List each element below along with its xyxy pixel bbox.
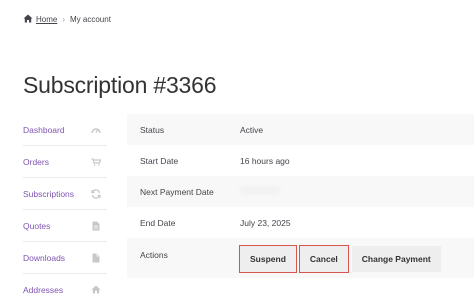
nav-item-label: Quotes bbox=[23, 220, 51, 231]
end-date-value: July 23, 2025 bbox=[240, 217, 291, 228]
nav-item-orders[interactable]: Orders bbox=[23, 146, 107, 178]
next-payment-value bbox=[240, 186, 474, 197]
blurred-value bbox=[240, 186, 280, 195]
gauge-icon bbox=[91, 125, 101, 135]
next-payment-row: Next Payment Date bbox=[127, 176, 474, 207]
nav-item-subscriptions[interactable]: Subscriptions bbox=[23, 178, 107, 210]
actions-button-group: Suspend Cancel Change Payment bbox=[239, 238, 474, 273]
nav-item-label: Orders bbox=[23, 156, 49, 167]
home-icon bbox=[91, 285, 101, 295]
nav-item-label: Subscriptions bbox=[23, 188, 75, 199]
home-icon[interactable] bbox=[23, 14, 33, 25]
subscription-details-table: Status Active Start Date 16 hours ago Ne… bbox=[127, 114, 474, 278]
breadcrumb-home-link[interactable]: Home bbox=[36, 15, 57, 24]
actions-label: Actions bbox=[140, 250, 168, 260]
start-date-value: 16 hours ago bbox=[240, 155, 290, 166]
end-date-row: End Date July 23, 2025 bbox=[127, 207, 474, 238]
suspend-button[interactable]: Suspend bbox=[239, 245, 297, 273]
start-date-label: Start Date bbox=[140, 155, 179, 166]
cart-icon bbox=[91, 157, 101, 167]
nav-item-addresses[interactable]: Addresses bbox=[23, 274, 107, 305]
nav-item-label: Addresses bbox=[23, 284, 64, 295]
start-date-row: Start Date 16 hours ago bbox=[127, 145, 474, 176]
status-value: Active bbox=[240, 124, 264, 135]
next-payment-label: Next Payment Date bbox=[140, 186, 214, 197]
refresh-icon bbox=[91, 188, 101, 199]
cancel-button[interactable]: Cancel bbox=[298, 245, 349, 273]
nav-item-label: Dashboard bbox=[23, 124, 65, 135]
nav-item-quotes[interactable]: Quotes bbox=[23, 210, 107, 242]
nav-item-dashboard[interactable]: Dashboard bbox=[23, 114, 107, 146]
status-label: Status bbox=[140, 124, 165, 135]
document-icon bbox=[91, 221, 101, 231]
actions-row: Actions Suspend Cancel Change Payment bbox=[127, 238, 474, 278]
breadcrumb-current: My account bbox=[70, 15, 111, 24]
change-payment-button[interactable]: Change Payment bbox=[351, 246, 441, 272]
breadcrumb: Home › My account bbox=[23, 14, 111, 25]
account-navigation: Dashboard Orders Subscriptions Quotes Do… bbox=[23, 114, 107, 305]
page-title: Subscription #3366 bbox=[23, 72, 217, 98]
file-icon bbox=[91, 253, 101, 263]
breadcrumb-separator: › bbox=[62, 15, 66, 24]
nav-item-label: Downloads bbox=[23, 252, 66, 263]
status-row: Status Active bbox=[127, 114, 474, 145]
end-date-label: End Date bbox=[140, 217, 176, 228]
nav-item-downloads[interactable]: Downloads bbox=[23, 242, 107, 274]
